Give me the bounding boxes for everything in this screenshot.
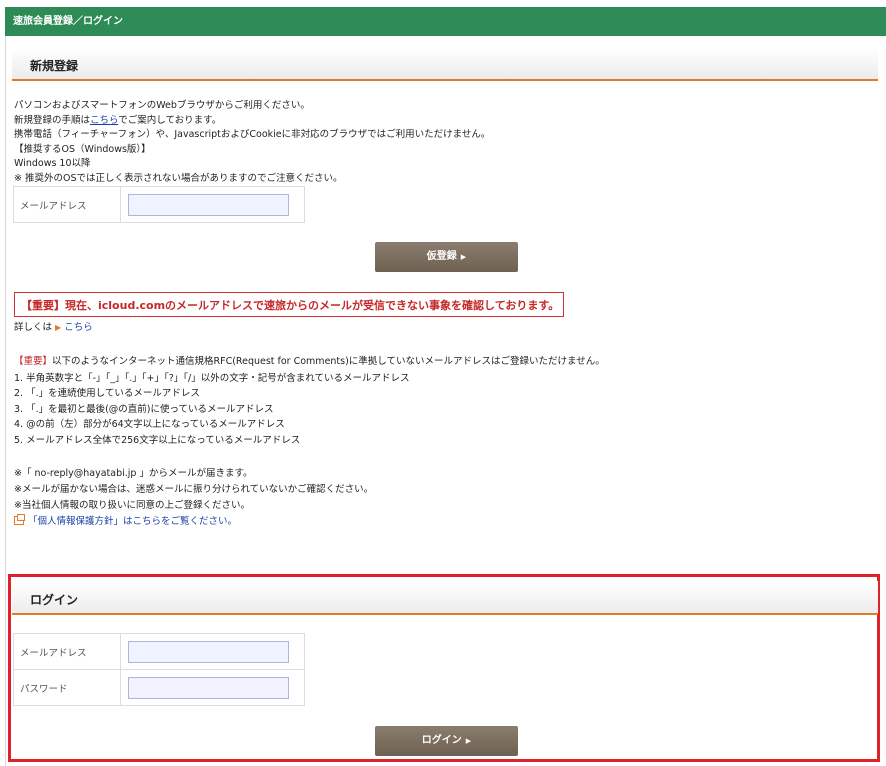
pre-register-button[interactable]: 仮登録 ▶ xyxy=(375,242,518,272)
rule-item: 5. メールアドレス全体で256文字以上になっているメールアドレス xyxy=(14,434,301,446)
rule-item: 4. @の前（左）部分が64文字以上になっているメールアドレス xyxy=(14,419,285,430)
login-password-input[interactable] xyxy=(128,676,289,699)
register-info: パソコンおよびスマートフォンのWebブラウザからご利用ください。 新規登録の手順… xyxy=(14,99,490,186)
note-line: ※「 no-reply@hayatabi.jp 」からメールが届きます。 xyxy=(14,468,253,479)
rule-item: 2. 「.」を連続使用しているメールアドレス xyxy=(14,388,200,399)
procedure-link[interactable]: こちら xyxy=(90,115,118,126)
info-line: 携帯電話（フィーチャーフォン）や、JavascriptおよびCookieに非対応… xyxy=(14,129,491,140)
info-line: 【推奨するOS（Windows版）】 xyxy=(14,143,151,155)
login-form-table: メールアドレス パスワード xyxy=(13,633,305,706)
login-button[interactable]: ログイン ▶ xyxy=(375,726,518,756)
login-title: ログイン xyxy=(30,593,79,607)
note-line: ※メールが届かない場合は、迷惑メールに振り分けられていないかご確認ください。 xyxy=(14,484,374,495)
arrow-right-icon: ▶ xyxy=(465,737,472,745)
rules-intro: 【重要】以下のようなインターネット通信規格RFC(Request for Com… xyxy=(14,355,605,370)
rule-item: 1. 半角英数字と「-」「_」「.」「+」「?」「/」以外の文字・記号が含まれて… xyxy=(14,372,410,384)
detail-prefix: 詳しくは xyxy=(14,322,53,333)
register-section-header: 新規登録 xyxy=(12,47,878,81)
note-line: ※当社個人情報の取り扱いに同意の上ご登録ください。 xyxy=(14,500,250,511)
important-tag: 【重要】 xyxy=(14,356,53,367)
info-line: Windows 10以降 xyxy=(14,158,91,169)
rule-item: 3. 「.」を最初と最後(@の直前)に使っているメールアドレス xyxy=(14,403,274,415)
rfc-rules: 【重要】以下のようなインターネット通信規格RFC(Request for Com… xyxy=(14,355,605,448)
notice-detail: 詳しくは ▶ こちら xyxy=(14,321,93,336)
privacy-link-text: 「個人情報保護方針」はこちらをご覧ください。 xyxy=(28,516,238,527)
notice-detail-link[interactable]: こちら xyxy=(64,322,93,333)
icloud-notice: 【重要】現在、icloud.comのメールアドレスで速旅からのメールが受信できな… xyxy=(14,292,564,317)
info-line: ※ 推奨外のOSでは正しく表示されない場合がありますのでご注意ください。 xyxy=(14,172,343,184)
login-email-label: メールアドレス xyxy=(13,633,121,670)
email-label: メールアドレス xyxy=(13,186,121,223)
rules-intro-text: 以下のようなインターネット通信規格RFC(Request for Comment… xyxy=(52,356,605,367)
info-line: 新規登録の手順はこちらでご案内しております。 xyxy=(14,114,490,129)
login-email-cell xyxy=(120,633,305,670)
privacy-policy-link[interactable]: 「個人情報保護方針」はこちらをご覧ください。 xyxy=(14,514,373,530)
page-header-bar: 速旅会員登録／ログイン xyxy=(5,7,886,36)
pre-register-label: 仮登録 xyxy=(426,251,457,262)
login-email-input[interactable] xyxy=(128,640,289,663)
login-section-header: ログイン xyxy=(12,581,878,615)
login-password-label: パスワード xyxy=(13,669,121,706)
email-notes: ※「 no-reply@hayatabi.jp 」からメールが届きます。 ※メー… xyxy=(14,466,373,530)
register-form-table: メールアドレス xyxy=(13,186,305,223)
external-window-icon xyxy=(14,514,25,525)
register-email-input[interactable] xyxy=(128,193,289,216)
info-line: パソコンおよびスマートフォンのWebブラウザからご利用ください。 xyxy=(14,100,310,111)
page-header-title: 速旅会員登録／ログイン xyxy=(13,16,123,27)
info-text: 新規登録の手順は xyxy=(14,114,91,126)
email-cell xyxy=(120,186,305,223)
register-title: 新規登録 xyxy=(30,59,79,73)
info-text: でご案内しております。 xyxy=(118,114,222,126)
arrow-right-icon: ▶ xyxy=(460,253,467,261)
arrow-right-icon: ▶ xyxy=(55,323,62,332)
login-password-cell xyxy=(120,669,305,706)
login-button-label: ログイン xyxy=(421,735,462,746)
